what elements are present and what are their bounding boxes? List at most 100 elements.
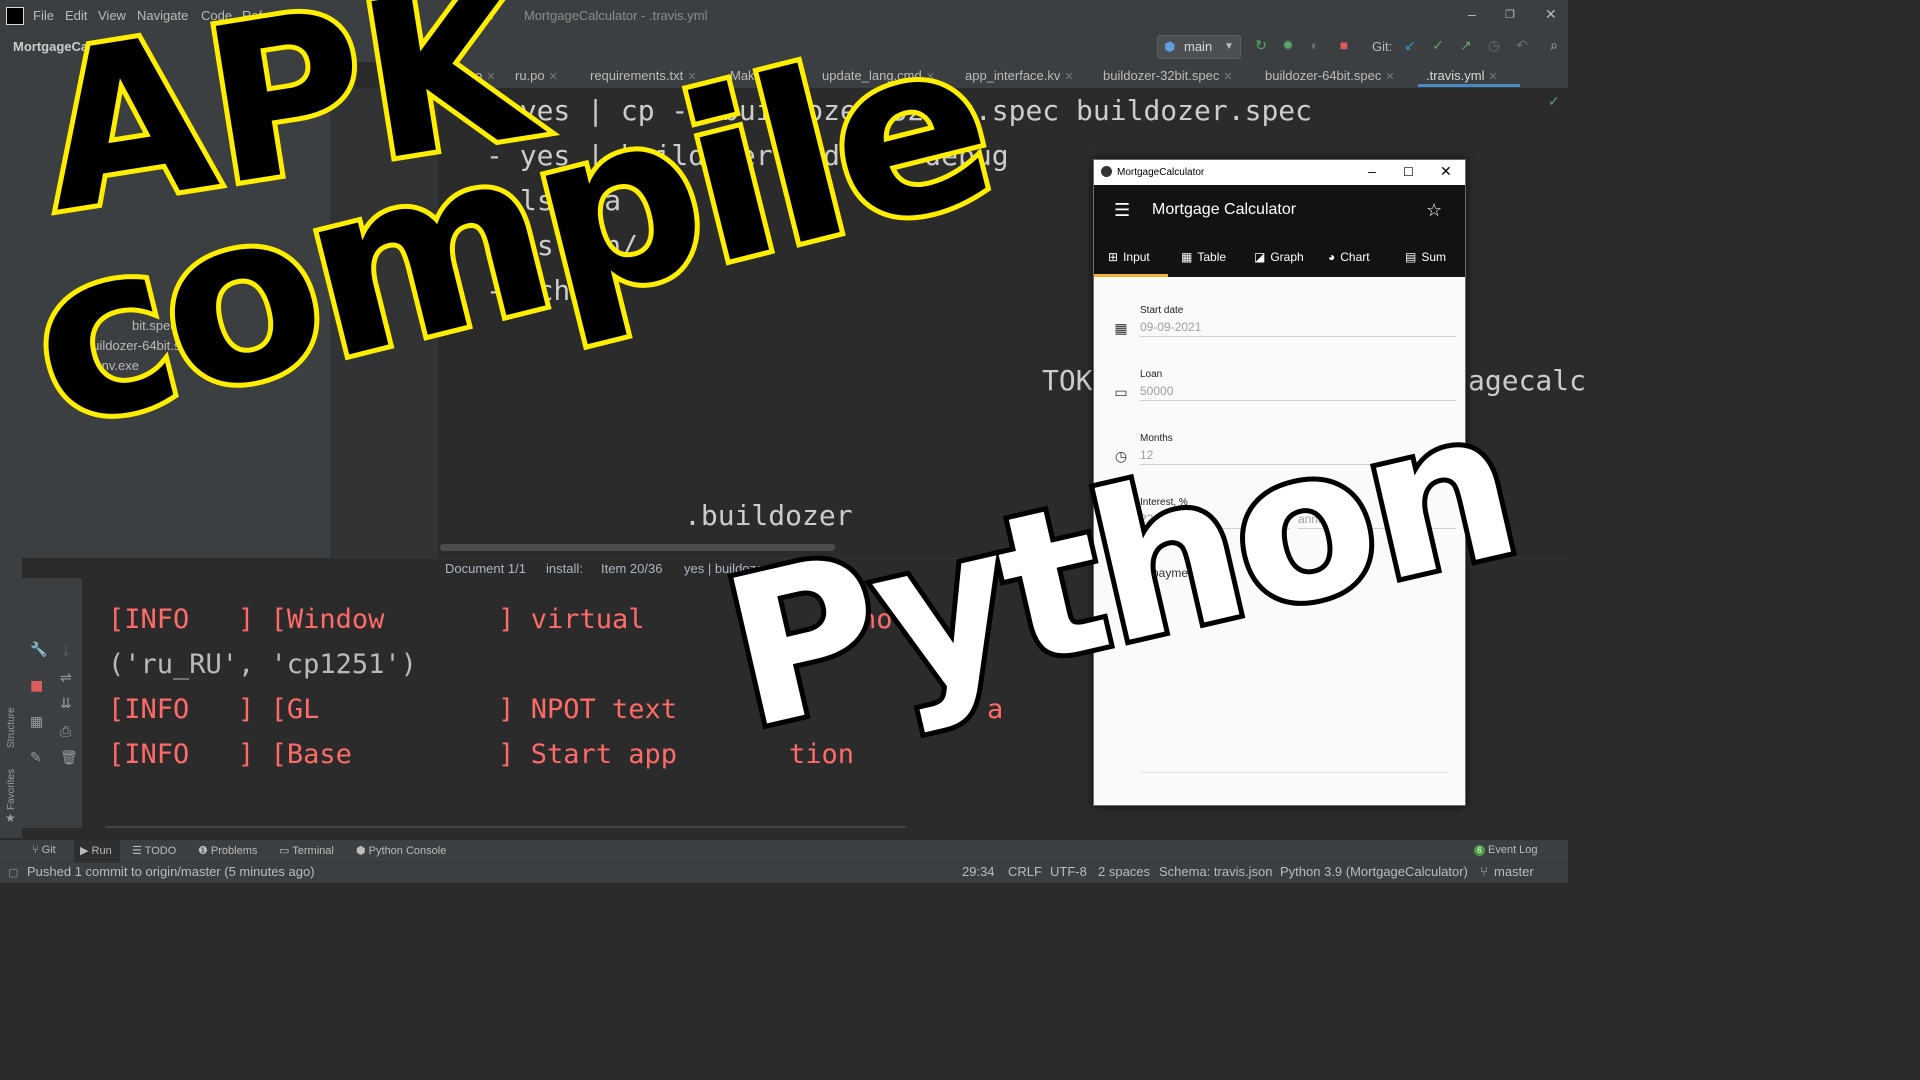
- breadcrumb-item[interactable]: Item 20/36: [601, 561, 662, 576]
- tab-terminal[interactable]: ▭ Terminal: [279, 844, 334, 857]
- status-toggle-icon[interactable]: ▢: [8, 866, 18, 879]
- console-scrollbar[interactable]: [106, 826, 906, 828]
- tab-event-log[interactable]: 6Event Log: [1474, 844, 1538, 856]
- log-tag: [INFO ]: [108, 739, 254, 770]
- log-tag: [INFO ]: [108, 604, 254, 635]
- close-icon[interactable]: ✕: [1223, 71, 1232, 83]
- menu-hamburger-icon[interactable]: ☰: [1114, 200, 1130, 221]
- code-line: TOK: [1042, 364, 1093, 397]
- log-message: NPOT text: [531, 694, 677, 725]
- list-icon: ☰: [132, 845, 145, 857]
- field-label: Start date: [1140, 305, 1456, 316]
- python-icon: ⬢: [356, 845, 369, 857]
- close-button[interactable]: ✕: [1545, 6, 1557, 23]
- kivy-logo-icon: [1101, 166, 1112, 177]
- tab-label: Git: [42, 844, 56, 856]
- tab-label: Graph: [1270, 250, 1303, 264]
- json-schema[interactable]: Schema: travis.json: [1159, 864, 1272, 879]
- tab-input[interactable]: ⊞ Input: [1108, 250, 1150, 264]
- push-icon[interactable]: ↗: [1458, 37, 1474, 53]
- tab-label: Terminal: [292, 845, 334, 857]
- tab-python-console[interactable]: ⬢ Python Console: [356, 844, 446, 857]
- input-icon: ⊞: [1108, 250, 1118, 264]
- field-value: 09-09-2021: [1140, 320, 1456, 334]
- log-message: virtual: [531, 604, 645, 635]
- rerun-icon[interactable]: ↻: [1253, 37, 1269, 53]
- scroll-to-end-icon[interactable]: ⇊: [60, 696, 72, 712]
- star-icon[interactable]: ☆: [1426, 200, 1442, 221]
- python-interpreter[interactable]: Python 3.9 (MortgageCalculator): [1280, 864, 1468, 879]
- tab-label: app_interface.kv: [965, 68, 1060, 83]
- trash-icon[interactable]: 🗑: [60, 750, 78, 766]
- star-icon[interactable]: ★: [5, 811, 16, 825]
- tab-label: Problems: [211, 845, 257, 857]
- pin-icon[interactable]: ✎: [30, 750, 42, 766]
- breadcrumb-install[interactable]: install:: [546, 561, 583, 576]
- tab-problems[interactable]: ❶ Problems: [198, 844, 257, 857]
- tab-sum[interactable]: ▤Sum: [1405, 250, 1446, 264]
- structure-tool-label[interactable]: Structure: [6, 707, 17, 748]
- app-top-bar: ☰ Mortgage Calculator ☆: [1094, 185, 1465, 238]
- python-icon: ⬢: [1164, 39, 1175, 55]
- console-line: [INFO ] [Window ] virtual: [108, 604, 644, 635]
- breadcrumb-document[interactable]: Document 1/1: [445, 561, 526, 576]
- tab-label: .travis.yml: [1426, 68, 1485, 83]
- tab-table[interactable]: ▦Table: [1181, 250, 1226, 264]
- status-bar: ▢ Pushed 1 commit to origin/master (5 mi…: [0, 862, 1568, 883]
- stop-icon[interactable]: ■: [1336, 37, 1352, 53]
- commit-icon[interactable]: ✓: [1430, 37, 1446, 53]
- stop-icon[interactable]: ■: [30, 678, 43, 694]
- search-icon[interactable]: ⌕: [1546, 37, 1562, 53]
- app-minimize-button[interactable]: –: [1368, 163, 1376, 179]
- tab-buildozer-64bit[interactable]: buildozer-64bit.spec ✕: [1265, 68, 1395, 83]
- info-icon: ❶: [198, 845, 211, 857]
- console-line: [INFO ] [Base ] Start app: [108, 739, 677, 770]
- soft-wrap-icon[interactable]: ⇌: [60, 670, 72, 686]
- update-project-icon[interactable]: ↙: [1402, 37, 1418, 53]
- minimize-button[interactable]: –: [1468, 6, 1476, 22]
- tab-label: Input: [1123, 250, 1150, 264]
- start-date-field[interactable]: Start date 09-09-2021: [1140, 305, 1456, 337]
- git-branch-icon: ⑂: [32, 844, 42, 856]
- receipt-icon: ▤: [1405, 250, 1416, 264]
- close-icon[interactable]: ✕: [1489, 71, 1498, 83]
- wrench-icon[interactable]: 🔧: [30, 642, 47, 658]
- history-icon[interactable]: ◷: [1486, 37, 1502, 53]
- tab-git[interactable]: ⑂ Git: [32, 844, 56, 856]
- arrow-down-icon[interactable]: ↓: [60, 644, 72, 660]
- favorites-tool-label[interactable]: Favorites: [6, 769, 17, 810]
- app-maximize-button[interactable]: ☐: [1403, 165, 1414, 179]
- app-close-button[interactable]: ✕: [1440, 163, 1452, 180]
- status-branch[interactable]: master: [1494, 864, 1534, 879]
- close-icon[interactable]: ✕: [549, 71, 558, 83]
- money-icon: ▭: [1113, 385, 1129, 401]
- tab-graph[interactable]: ◪Graph: [1254, 250, 1304, 264]
- status-message[interactable]: Pushed 1 commit to origin/master (5 minu…: [27, 864, 315, 879]
- console-line: ('ru_RU', 'cp1251'): [108, 649, 417, 680]
- line-separator[interactable]: CRLF: [1008, 864, 1042, 879]
- pie-chart-icon: ◕: [1328, 250, 1335, 264]
- close-icon[interactable]: ✕: [1064, 71, 1073, 83]
- indent-setting[interactable]: 2 spaces: [1098, 864, 1150, 879]
- print-icon[interactable]: ⎙: [60, 724, 71, 740]
- layout-icon[interactable]: ▦: [30, 714, 43, 730]
- maximize-button[interactable]: ❐: [1505, 8, 1515, 21]
- git-label: Git:: [1372, 39, 1392, 54]
- tab-app-interface[interactable]: app_interface.kv ✕: [965, 68, 1074, 83]
- tab-label: buildozer-64bit.spec: [1265, 68, 1381, 83]
- branch-selector[interactable]: ⬢ main ▼: [1157, 35, 1241, 59]
- console-line: [INFO ] [GL ] NPOT text: [108, 694, 677, 725]
- tab-travis-yml[interactable]: .travis.yml ✕: [1426, 68, 1498, 83]
- log-module: [Base ]: [271, 739, 515, 770]
- tab-buildozer-32bit[interactable]: buildozer-32bit.spec✕: [1103, 68, 1233, 83]
- rollback-icon[interactable]: ↶: [1514, 37, 1530, 53]
- coverage-icon[interactable]: ◐: [1307, 37, 1323, 53]
- caret-position[interactable]: 29:34: [962, 864, 995, 879]
- tab-run[interactable]: ▶ Run: [80, 844, 112, 857]
- close-icon[interactable]: ✕: [1385, 71, 1394, 83]
- tab-chart[interactable]: ◕Chart: [1328, 250, 1370, 264]
- debug-icon[interactable]: ✹: [1280, 37, 1296, 53]
- tab-todo[interactable]: ☰ TODO: [132, 844, 176, 857]
- file-encoding[interactable]: UTF-8: [1050, 864, 1087, 879]
- run-toolbar: 🔧 ■ ▦ ✎: [22, 578, 52, 828]
